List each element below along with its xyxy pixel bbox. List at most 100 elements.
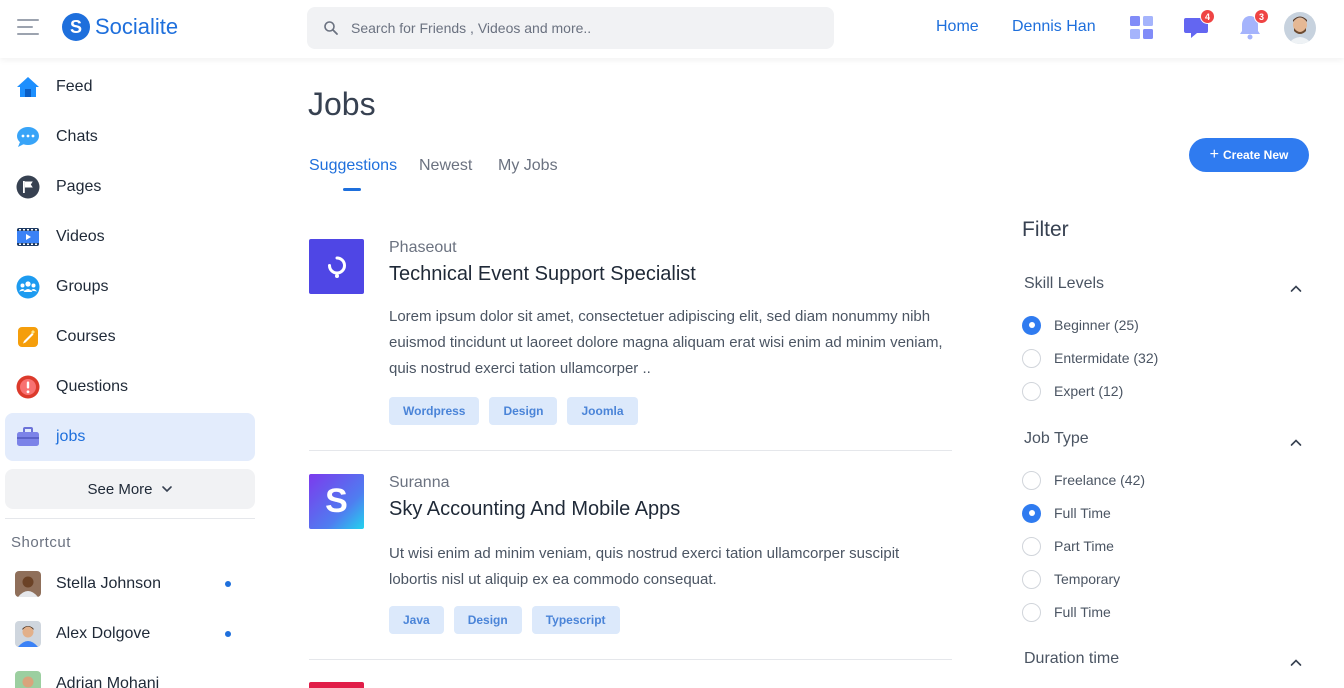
job-title[interactable]: Technical Event Support Specialist bbox=[389, 263, 696, 286]
create-new-button[interactable]: + Create New bbox=[1189, 138, 1309, 172]
sidebar-item-label: Questions bbox=[56, 378, 129, 395]
option-label: Full Time bbox=[1054, 604, 1111, 620]
job-type-option-part-time[interactable]: Part Time bbox=[1022, 536, 1114, 556]
tab-newest[interactable]: Newest bbox=[419, 157, 472, 175]
skill-option-beginner[interactable]: Beginner (25) bbox=[1022, 315, 1139, 335]
radio-button[interactable] bbox=[1022, 536, 1041, 556]
notifications-icon[interactable]: 3 bbox=[1237, 9, 1269, 40]
page-title: Jobs bbox=[308, 86, 376, 122]
messages-badge: 4 bbox=[1200, 9, 1215, 24]
shortcut-item[interactable]: Adrian Mohani bbox=[15, 669, 255, 688]
option-label: Full Time bbox=[1054, 505, 1111, 521]
job-type-option-full-time[interactable]: Full Time bbox=[1022, 503, 1111, 523]
option-label: Freelance (42) bbox=[1054, 472, 1146, 488]
plus-icon: + bbox=[1209, 146, 1219, 163]
tag[interactable]: Java bbox=[389, 606, 444, 634]
tag-list: Java Design Typescript bbox=[389, 606, 620, 634]
company-logo: S bbox=[309, 474, 364, 529]
sidebar-item-pages[interactable]: Pages bbox=[5, 163, 255, 211]
option-label: Temporary bbox=[1054, 571, 1121, 587]
company-name: Suranna bbox=[389, 474, 450, 491]
job-type-option-full-time-2[interactable]: Full Time bbox=[1022, 602, 1111, 622]
job-type-option-freelance[interactable]: Freelance (42) bbox=[1022, 470, 1145, 490]
messages-icon[interactable]: 4 bbox=[1183, 9, 1215, 40]
sidebar-item-label: Chats bbox=[56, 128, 98, 145]
tag[interactable]: Joomla bbox=[567, 397, 638, 425]
job-type-option-temporary[interactable]: Temporary bbox=[1022, 569, 1120, 589]
see-more-label: See More bbox=[87, 480, 153, 498]
top-bar: S Socialite Home Dennis Han 4 3 bbox=[0, 0, 1344, 58]
job-type-title[interactable]: Job Type bbox=[1024, 430, 1089, 448]
chevron-up-icon[interactable] bbox=[1289, 436, 1303, 450]
radio-button[interactable] bbox=[1022, 503, 1041, 523]
logo-mark: S bbox=[62, 13, 90, 41]
groups-icon bbox=[15, 274, 41, 300]
search-input[interactable] bbox=[351, 20, 791, 36]
company-name: Phaseout bbox=[389, 239, 457, 256]
job-title[interactable]: Sky Accounting And Mobile Apps bbox=[389, 498, 680, 521]
job-description: Lorem ipsum dolor sit amet, consectetuer… bbox=[389, 308, 943, 377]
skill-levels-title[interactable]: Skill Levels bbox=[1024, 275, 1104, 293]
menu-icon[interactable] bbox=[17, 19, 41, 37]
sidebar-item-questions[interactable]: Questions bbox=[5, 363, 255, 411]
divider bbox=[309, 450, 952, 451]
question-icon bbox=[15, 374, 41, 400]
filter-title: Filter bbox=[1022, 218, 1069, 241]
tab-suggestions[interactable]: Suggestions bbox=[309, 157, 397, 175]
sidebar-item-videos[interactable]: Videos bbox=[5, 213, 255, 261]
radio-button[interactable] bbox=[1022, 315, 1041, 335]
apps-grid-icon[interactable] bbox=[1129, 14, 1155, 40]
job-description: Ut wisi enim ad minim veniam, quis nostr… bbox=[389, 545, 900, 588]
radio-button[interactable] bbox=[1022, 602, 1041, 622]
sidebar-item-groups[interactable]: Groups bbox=[5, 263, 255, 311]
tag[interactable]: Design bbox=[489, 397, 558, 425]
video-icon bbox=[15, 224, 41, 250]
skill-option-expert[interactable]: Expert (12) bbox=[1022, 381, 1123, 401]
sidebar-item-label: Groups bbox=[56, 278, 109, 295]
sidebar-item-label: Courses bbox=[56, 328, 116, 345]
brand-logo[interactable]: S Socialite bbox=[62, 13, 178, 41]
company-logo bbox=[309, 239, 364, 294]
duration-title[interactable]: Duration time bbox=[1024, 650, 1119, 668]
shortcut-item[interactable]: Alex Dolgove bbox=[15, 619, 255, 649]
sidebar-item-chats[interactable]: Chats bbox=[5, 113, 255, 161]
company-logo-letter: S bbox=[325, 482, 348, 520]
courses-icon bbox=[15, 324, 41, 350]
chevron-up-icon[interactable] bbox=[1289, 656, 1303, 670]
shortcut-name: Adrian Mohani bbox=[56, 675, 160, 688]
avatar bbox=[15, 571, 41, 597]
tab-my-jobs[interactable]: My Jobs bbox=[498, 157, 558, 175]
tag-list: Wordpress Design Joomla bbox=[389, 397, 638, 425]
home-link[interactable]: Home bbox=[936, 18, 979, 36]
sidebar-item-feed[interactable]: Feed bbox=[5, 63, 255, 111]
online-indicator bbox=[225, 581, 231, 587]
active-tab-indicator bbox=[343, 188, 361, 191]
radio-button[interactable] bbox=[1022, 569, 1041, 589]
brand-name: Socialite bbox=[95, 14, 179, 39]
flag-icon bbox=[15, 174, 41, 200]
tag[interactable]: Wordpress bbox=[389, 397, 480, 425]
chat-icon bbox=[15, 124, 41, 150]
see-more-button[interactable]: See More bbox=[5, 469, 255, 509]
user-name-link[interactable]: Dennis Han bbox=[1012, 18, 1096, 36]
sidebar-item-jobs[interactable]: jobs bbox=[5, 413, 255, 461]
radio-button[interactable] bbox=[1022, 348, 1041, 368]
chevron-up-icon[interactable] bbox=[1289, 282, 1303, 296]
search-bar[interactable] bbox=[307, 7, 834, 49]
sidebar-divider bbox=[5, 518, 255, 519]
shortcut-item[interactable]: Stella Johnson bbox=[15, 569, 255, 599]
shortcut-title: Shortcut bbox=[11, 534, 71, 551]
sidebar-item-courses[interactable]: Courses bbox=[5, 313, 255, 361]
option-label: Entermidate (32) bbox=[1054, 350, 1159, 366]
sidebar: Feed Chats Pages Videos Groups Courses Q… bbox=[0, 58, 268, 688]
tag[interactable]: Typescript bbox=[531, 606, 620, 634]
skill-option-intermediate[interactable]: Entermidate (32) bbox=[1022, 348, 1158, 368]
chevron-down-icon bbox=[161, 486, 172, 493]
radio-button[interactable] bbox=[1022, 381, 1041, 401]
tag[interactable]: Design bbox=[453, 606, 522, 634]
user-avatar[interactable] bbox=[1284, 12, 1316, 44]
avatar bbox=[15, 671, 41, 688]
option-label: Expert (12) bbox=[1054, 383, 1124, 399]
option-label: Beginner (25) bbox=[1054, 317, 1139, 333]
radio-button[interactable] bbox=[1022, 470, 1041, 490]
